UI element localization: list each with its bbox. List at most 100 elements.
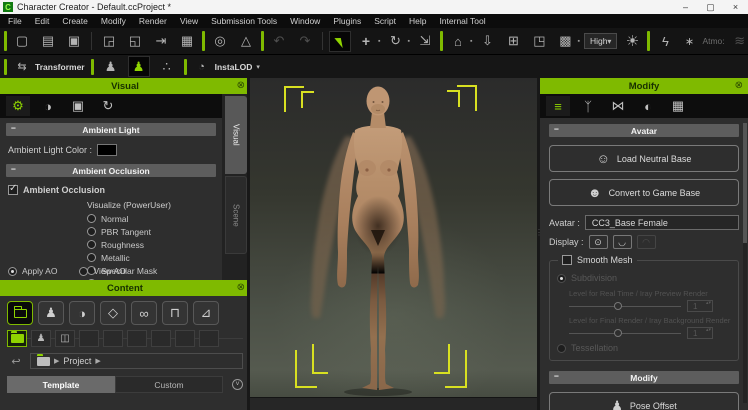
maximize-button[interactable]: ▢: [698, 0, 723, 14]
modify-section-header[interactable]: − Modify: [549, 371, 739, 384]
move-tool-button[interactable]: +: [355, 31, 377, 52]
menu-edit[interactable]: Edit: [35, 16, 50, 26]
expand-chevron-icon[interactable]: ˅: [232, 379, 243, 390]
new-project-button[interactable]: ▢: [11, 31, 33, 52]
tessellation-radio[interactable]: [557, 344, 566, 353]
rotate-tool-dropdown[interactable]: ▪: [407, 38, 409, 45]
camera-fit-button[interactable]: ⊞: [502, 31, 524, 52]
collapse-icon[interactable]: −: [554, 124, 559, 134]
visual-shadow-tab[interactable]: ◑: [36, 96, 60, 116]
viewport-3d[interactable]: [250, 78, 537, 410]
display-eyelash-button[interactable]: ◡: [613, 235, 632, 249]
category-prop-button[interactable]: ⊓: [162, 301, 188, 325]
category-project-button[interactable]: [7, 301, 33, 325]
pose-offset-button[interactable]: ♟ Pose Offset: [549, 392, 739, 410]
modify-panel-header[interactable]: Modify ⊗: [540, 78, 748, 94]
camera-mask-button[interactable]: ▩: [554, 31, 576, 52]
physics-button[interactable]: ϟ: [654, 31, 676, 52]
content-panel-close-icon[interactable]: ⊗: [237, 282, 245, 293]
menu-modify[interactable]: Modify: [101, 16, 126, 26]
visual-panel-close-icon[interactable]: ⊗: [237, 80, 245, 91]
subcategory-image-button[interactable]: ◫: [55, 330, 75, 347]
camera-mask-dropdown[interactable]: ▪: [577, 38, 579, 45]
scale-tool-button[interactable]: ⇲: [414, 31, 436, 52]
atmosphere-button[interactable]: ∗: [680, 31, 698, 52]
collapse-icon[interactable]: −: [11, 164, 16, 174]
collapse-icon[interactable]: −: [554, 371, 559, 381]
level-final-spinner[interactable]: 1 ▴▾: [687, 327, 713, 339]
smooth-mesh-checkbox[interactable]: [562, 255, 572, 265]
breadcrumb[interactable]: ▶ Project ▶: [30, 353, 243, 369]
hierarchy-button[interactable]: ∴: [156, 56, 178, 77]
display-teeth-button[interactable]: ◠: [637, 235, 656, 249]
ambient-light-color-swatch[interactable]: [97, 144, 117, 156]
camera-frame-button[interactable]: ◳: [528, 31, 550, 52]
open-project-button[interactable]: ▤: [37, 31, 59, 52]
spinner-arrows-icon[interactable]: ▴▾: [706, 301, 711, 306]
camera-home-button[interactable]: ⌂: [447, 31, 469, 52]
save-project-button[interactable]: ▣: [63, 31, 85, 52]
visual-stage-tab[interactable]: ▣: [66, 96, 90, 116]
apply-ao-radio[interactable]: [8, 267, 17, 276]
avatar-name-field[interactable]: CC3_Base Female: [585, 215, 739, 230]
subdivision-radio[interactable]: [557, 274, 566, 283]
menu-render[interactable]: Render: [139, 16, 167, 26]
transformer-button[interactable]: ⇆ Transformer: [13, 56, 85, 77]
render-image-button[interactable]: ▦: [176, 31, 198, 52]
back-button[interactable]: ↩: [7, 354, 25, 369]
move-tool-dropdown[interactable]: ▪: [378, 38, 380, 45]
select-tool-button[interactable]: [329, 31, 351, 52]
menu-help[interactable]: Help: [409, 16, 426, 26]
level-realtime-spinner[interactable]: 1 ▴▾: [687, 300, 713, 312]
menu-plugins[interactable]: Plugins: [333, 16, 361, 26]
pose-b-button[interactable]: ♟: [128, 56, 150, 77]
modify-panel-close-icon[interactable]: ⊗: [735, 80, 743, 91]
redo-button[interactable]: ↷: [294, 31, 316, 52]
modify-morph-tab[interactable]: ⋈: [606, 96, 630, 116]
ambient-light-section-header[interactable]: − Ambient Light: [6, 123, 216, 136]
display-eye-button[interactable]: ⊙: [589, 235, 608, 249]
menu-submission-tools[interactable]: Submission Tools: [211, 16, 277, 26]
visual-panel-header[interactable]: Visual ⊗: [0, 78, 250, 94]
wind-button[interactable]: ≋: [729, 31, 748, 52]
link-button[interactable]: ◎: [209, 31, 231, 52]
minimize-button[interactable]: –: [673, 0, 698, 14]
content-panel-header[interactable]: Content ⊗: [0, 280, 250, 296]
modify-material-tab[interactable]: ◐: [636, 96, 660, 116]
spinner-arrows-icon[interactable]: ▴▾: [706, 328, 711, 333]
menu-view[interactable]: View: [180, 16, 198, 26]
menu-internal-tool[interactable]: Internal Tool: [439, 16, 485, 26]
collapse-icon[interactable]: −: [11, 123, 16, 133]
menu-create[interactable]: Create: [62, 16, 88, 26]
category-stage-button[interactable]: ⊿: [193, 301, 219, 325]
view-ao-radio[interactable]: [79, 267, 88, 276]
ambient-occlusion-section-header[interactable]: − Ambient Occlusion: [6, 164, 216, 177]
modify-texture-tab[interactable]: ▦: [666, 96, 690, 116]
export-avatar-button[interactable]: ◱: [124, 31, 146, 52]
visual-settings-tab[interactable]: ⚙: [6, 96, 30, 116]
level-realtime-slider[interactable]: [569, 301, 681, 311]
visualize-radio-pbr-tangent[interactable]: [87, 227, 96, 236]
camera-down-button[interactable]: ⇩: [476, 31, 498, 52]
modify-sliders-tab[interactable]: ≡: [546, 96, 570, 116]
ambient-occlusion-checkbox[interactable]: [8, 185, 18, 195]
visualize-radio-roughness[interactable]: [87, 240, 96, 249]
measure-button[interactable]: △: [235, 31, 257, 52]
import-avatar-button[interactable]: ◲: [98, 31, 120, 52]
modify-scrollbar[interactable]: [743, 123, 747, 403]
tab-scene[interactable]: Scene: [225, 176, 247, 254]
menu-file[interactable]: File: [8, 16, 22, 26]
menu-window[interactable]: Window: [290, 16, 320, 26]
avatar-section-header[interactable]: − Avatar: [549, 124, 739, 137]
modify-actor-tab[interactable]: ᛉ: [576, 96, 600, 116]
convert-to-game-base-button[interactable]: ☻ Convert to Game Base: [549, 179, 739, 206]
breadcrumb-project[interactable]: Project: [63, 356, 91, 366]
level-final-slider[interactable]: [569, 328, 681, 338]
category-actor-button[interactable]: ♟: [38, 301, 64, 325]
instalod-button[interactable]: ◔ InstaLOD ▾: [193, 56, 260, 77]
tab-custom[interactable]: Custom: [115, 376, 223, 393]
rotate-tool-button[interactable]: ↻: [384, 31, 406, 52]
export-button[interactable]: ⇥: [150, 31, 172, 52]
close-button[interactable]: ×: [723, 0, 748, 14]
category-material-button[interactable]: ◑: [69, 301, 95, 325]
